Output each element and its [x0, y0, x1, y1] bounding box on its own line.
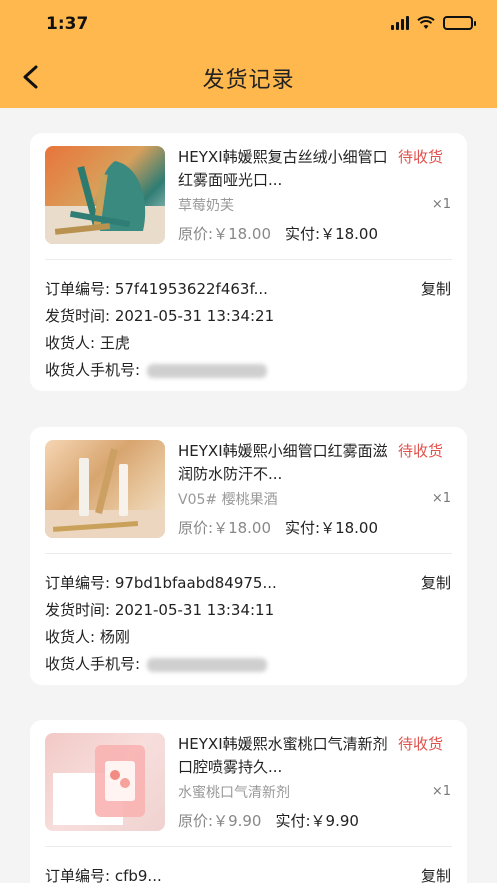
phone-label: 收货人手机号:: [45, 361, 145, 379]
page-title: 发货记录: [202, 68, 295, 93]
product-name[interactable]: HEYXI韩媛熙小细管口红雾面滋润防水防汗不...: [178, 440, 390, 486]
receiver-row: 收货人: 王虎: [45, 332, 130, 353]
receiver-name: 王虎: [99, 334, 130, 352]
ship-time-row: 发货时间: 2021-05-31 13:34:11: [45, 599, 274, 620]
product-quantity: ×1: [431, 197, 451, 212]
order-card[interactable]: HEYXI韩媛熙小细管口红雾面滋润防水防汗不... 待收货 V05# 樱桃果酒 …: [30, 427, 467, 685]
cellular-signal-icon: [391, 16, 409, 30]
order-number-row: 订单编号: cfb9...: [45, 865, 162, 883]
copy-button[interactable]: 复制: [421, 278, 451, 299]
copy-button[interactable]: 复制: [421, 572, 451, 593]
receiver-row: 收货人: 杨刚: [45, 626, 130, 647]
copy-button[interactable]: 复制: [421, 865, 451, 883]
order-card[interactable]: HEYXI韩媛熙水蜜桃口气清新剂口腔喷雾持久... 待收货 水蜜桃口气清新剂 ×…: [30, 720, 467, 883]
ship-time: 2021-05-31 13:34:11: [114, 601, 275, 619]
phone-row: 收货人手机号:: [45, 359, 267, 380]
order-card[interactable]: HEYXI韩媛熙复古丝绒小细管口红雾面哑光口... 待收货 草莓奶芙 ×1 原价…: [30, 133, 467, 391]
divider: [45, 553, 452, 554]
divider: [45, 846, 452, 847]
order-status-badge: 待收货: [397, 442, 443, 460]
order-number-row: 订单编号: 97bd1bfaabd84975...: [45, 572, 277, 593]
order-number: cfb9...: [114, 867, 162, 883]
order-number-label: 订单编号:: [45, 280, 115, 298]
product-name[interactable]: HEYXI韩媛熙水蜜桃口气清新剂口腔喷雾持久...: [178, 733, 390, 779]
original-price-label: 原价:: [178, 519, 214, 537]
status-icons: [391, 16, 476, 30]
phone-redacted: [146, 657, 267, 672]
wifi-icon: [417, 16, 435, 29]
paid-price-label: 实付:: [285, 519, 321, 537]
phone-row: 收货人手机号:: [45, 653, 267, 674]
divider: [45, 259, 452, 260]
product-image[interactable]: [45, 146, 165, 244]
paid-price: ￥18.00: [320, 519, 379, 537]
price-line: 原价:￥9.90 实付:￥9.90: [178, 810, 359, 831]
product-quantity: ×1: [431, 784, 451, 799]
phone-label: 收货人手机号:: [45, 655, 145, 673]
product-spec: V05# 樱桃果酒: [178, 492, 278, 508]
order-number: 57f41953622f463f...: [114, 280, 268, 298]
ship-time-row: 发货时间: 2021-05-31 13:34:21: [45, 305, 274, 326]
status-time: 1:37: [46, 14, 89, 34]
battery-icon: [443, 16, 476, 30]
product-name[interactable]: HEYXI韩媛熙复古丝绒小细管口红雾面哑光口...: [178, 146, 390, 192]
app-header: 1:37 发货记录: [0, 0, 497, 108]
product-image[interactable]: [45, 440, 165, 538]
original-price: ￥18.00: [213, 519, 272, 537]
order-number-label: 订单编号:: [45, 574, 115, 592]
order-number: 97bd1bfaabd84975...: [114, 574, 277, 592]
product-spec: 水蜜桃口气清新剂: [178, 785, 290, 801]
product-image[interactable]: [45, 733, 165, 831]
original-price-label: 原价:: [178, 225, 214, 243]
product-quantity: ×1: [431, 491, 451, 506]
paid-price-label: 实付:: [285, 225, 321, 243]
original-price: ￥18.00: [213, 225, 272, 243]
price-line: 原价:￥18.00 实付:￥18.00: [178, 223, 378, 244]
ship-time-label: 发货时间:: [45, 601, 115, 619]
paid-price-label: 实付:: [275, 812, 311, 830]
paid-price: ￥18.00: [320, 225, 379, 243]
receiver-name: 杨刚: [99, 628, 130, 646]
original-price: ￥9.90: [213, 812, 262, 830]
order-status-badge: 待收货: [397, 735, 443, 753]
product-spec: 草莓奶芙: [178, 198, 234, 214]
order-number-label: 订单编号:: [45, 867, 115, 883]
ship-time-label: 发货时间:: [45, 307, 115, 325]
order-number-row: 订单编号: 57f41953622f463f...: [45, 278, 268, 299]
price-line: 原价:￥18.00 实付:￥18.00: [178, 517, 378, 538]
paid-price: ￥9.90: [310, 812, 359, 830]
phone-redacted: [146, 363, 267, 378]
order-status-badge: 待收货: [397, 148, 443, 166]
original-price-label: 原价:: [178, 812, 214, 830]
receiver-label: 收货人:: [45, 334, 100, 352]
receiver-label: 收货人:: [45, 628, 100, 646]
ship-time: 2021-05-31 13:34:21: [114, 307, 275, 325]
